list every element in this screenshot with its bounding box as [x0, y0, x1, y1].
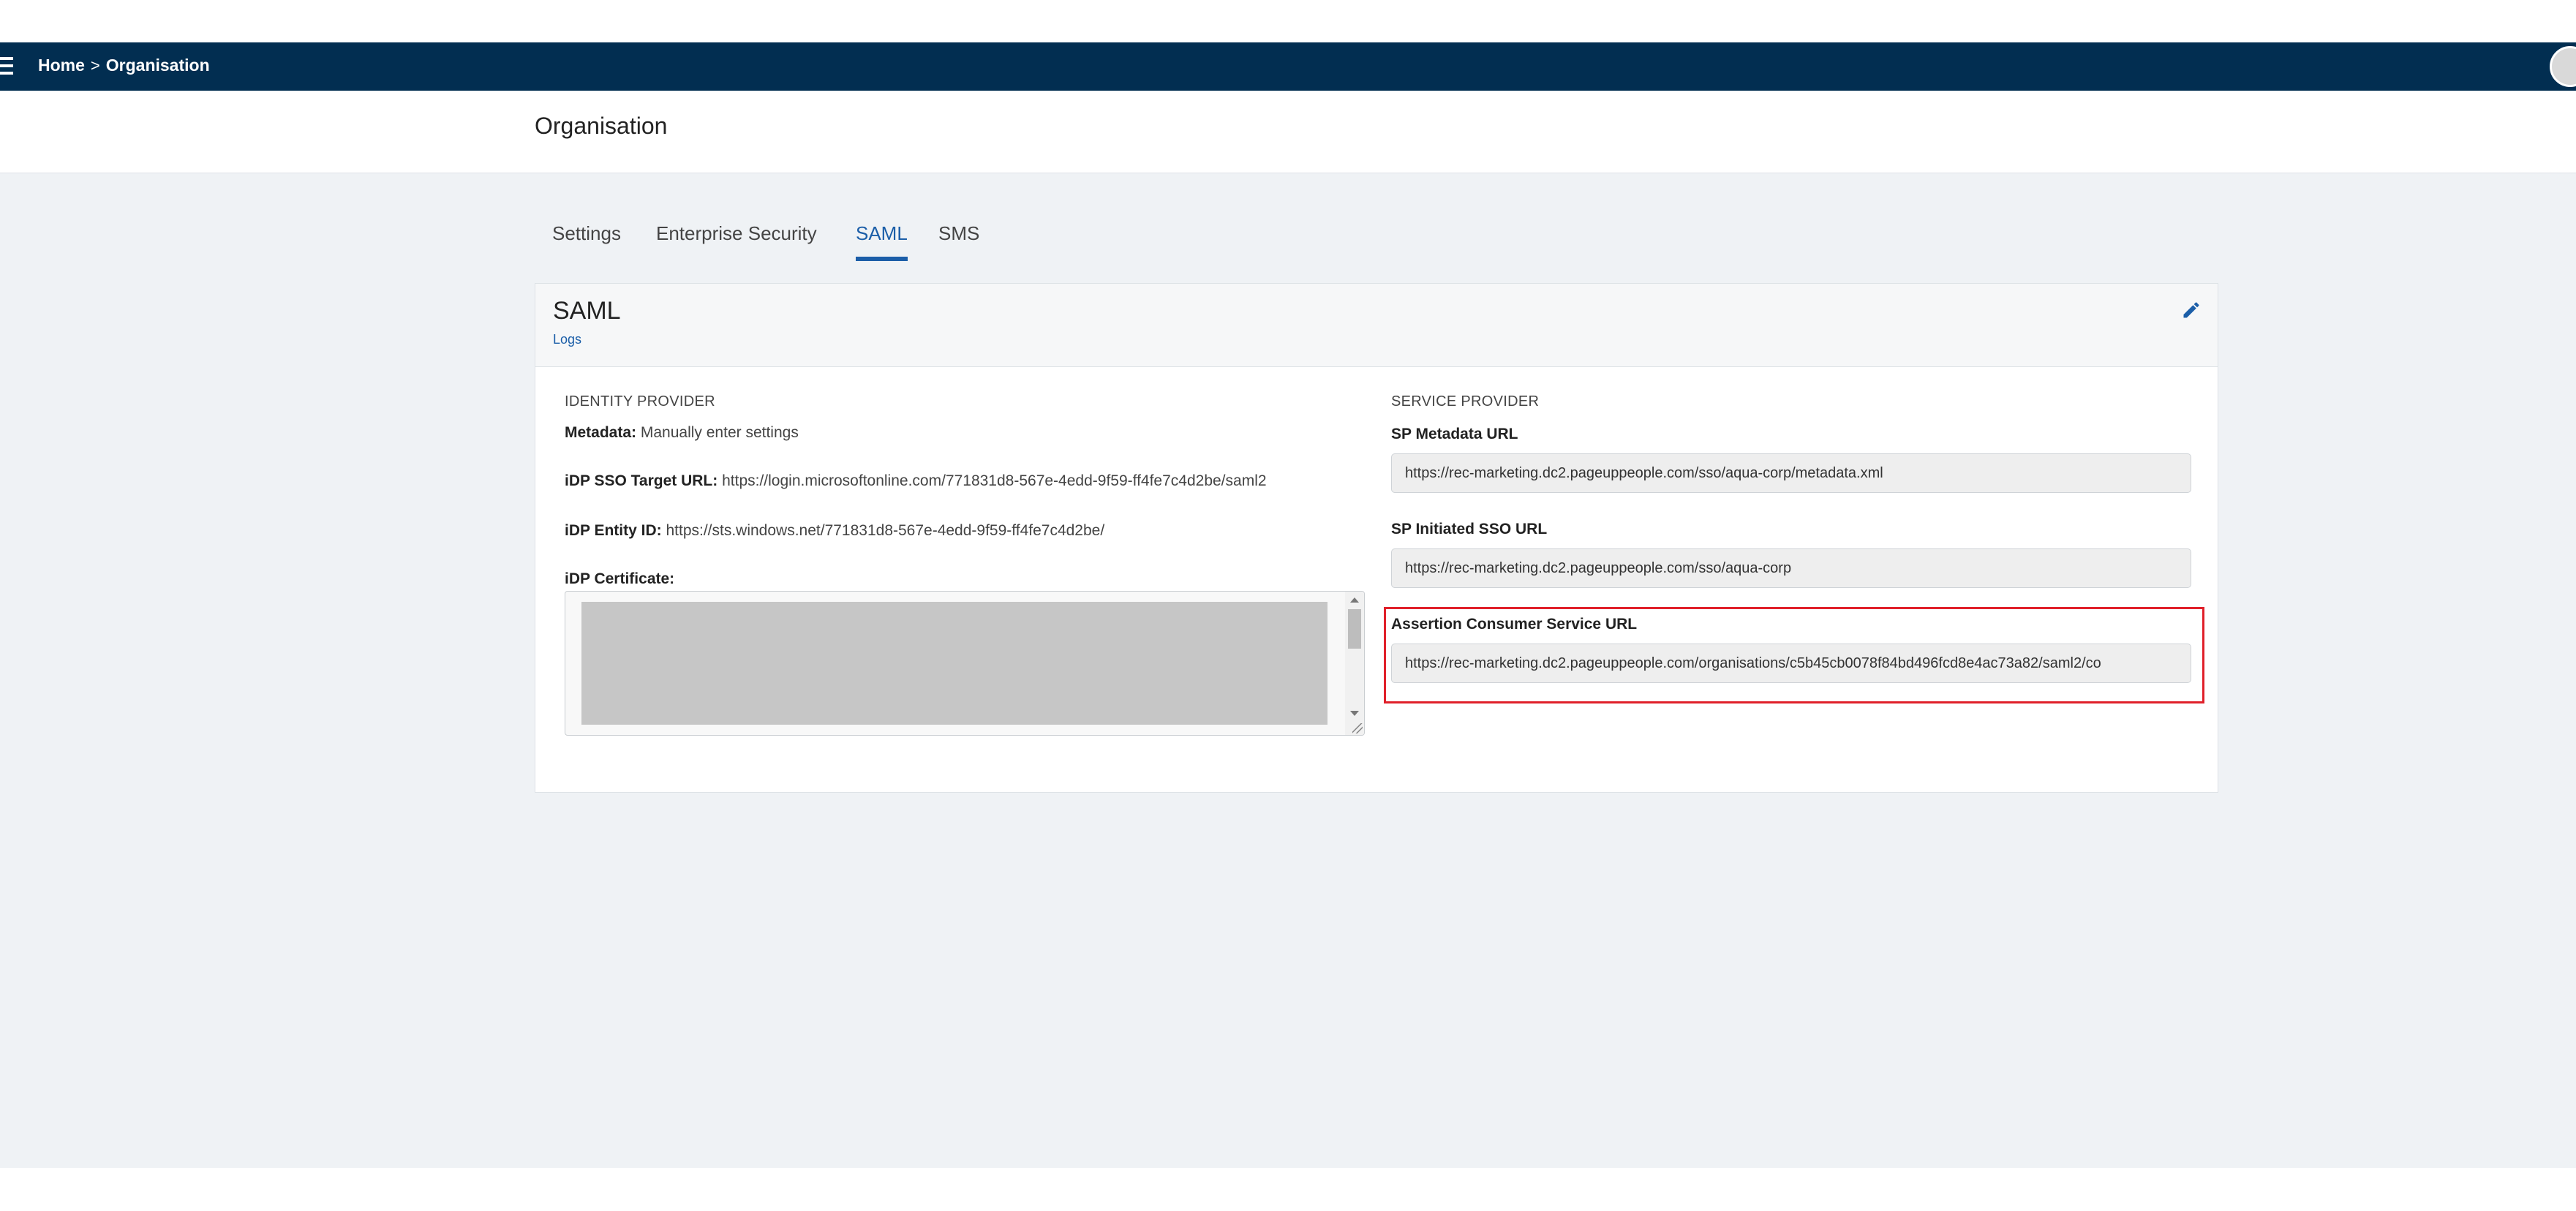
page-header: Organisation — [0, 91, 2576, 173]
breadcrumb-current: Organisation — [105, 56, 210, 75]
logs-link[interactable]: Logs — [553, 332, 581, 347]
top-navbar: Home > Organisation — [0, 42, 2576, 91]
idp-certificate-textarea[interactable] — [565, 591, 1365, 736]
tab-saml[interactable]: SAML — [838, 219, 925, 261]
breadcrumb-home-link[interactable]: Home — [38, 56, 85, 75]
idp-entity-id-value: https://sts.windows.net/771831d8-567e-4e… — [666, 522, 1105, 539]
card-header: SAML Logs — [535, 284, 2218, 367]
idp-sso-target-url-row: iDP SSO Target URL: https://login.micros… — [565, 472, 1267, 490]
redacted-certificate-content — [581, 602, 1327, 725]
sp-metadata-url-label: SP Metadata URL — [1391, 426, 1518, 442]
idp-entity-id-label: iDP Entity ID: — [565, 522, 662, 539]
pencil-edit-icon[interactable] — [2181, 300, 2202, 320]
card-title: SAML — [553, 297, 621, 325]
sp-initiated-sso-url-label: SP Initiated SSO URL — [1391, 521, 1548, 537]
scroll-thumb[interactable] — [1348, 609, 1361, 649]
identity-provider-heading: IDENTITY PROVIDER — [565, 393, 715, 410]
acs-url-field[interactable]: https://rec-marketing.dc2.pageuppeople.c… — [1391, 644, 2191, 683]
breadcrumb-separator-icon: > — [90, 56, 100, 75]
tab-enterprise-security[interactable]: Enterprise Security — [639, 219, 835, 261]
page-footer-space — [0, 1168, 2576, 1211]
resize-handle-icon[interactable] — [1352, 723, 1363, 733]
idp-sso-target-url-label: iDP SSO Target URL: — [565, 472, 718, 489]
tab-sms[interactable]: SMS — [921, 219, 997, 261]
main-content: Settings Enterprise Security SAML SMS SA… — [0, 173, 2576, 1168]
metadata-value: Manually enter settings — [640, 424, 799, 441]
idp-entity-id-row: iDP Entity ID: https://sts.windows.net/7… — [565, 522, 1104, 540]
metadata-label: Metadata: — [565, 424, 637, 441]
acs-url-label: Assertion Consumer Service URL — [1391, 616, 1638, 633]
metadata-row: Metadata: Manually enter settings — [565, 424, 799, 442]
tab-settings[interactable]: Settings — [535, 219, 639, 261]
service-provider-heading: SERVICE PROVIDER — [1391, 393, 1540, 410]
idp-certificate-label: iDP Certificate: — [565, 570, 675, 587]
sp-metadata-url-field[interactable]: https://rec-marketing.dc2.pageuppeople.c… — [1391, 453, 2191, 493]
avatar[interactable] — [2550, 46, 2576, 87]
idp-sso-target-url-value: https://login.microsoftonline.com/771831… — [722, 472, 1267, 489]
page-title: Organisation — [535, 113, 668, 139]
scroll-down-arrow-icon[interactable] — [1350, 711, 1359, 716]
sp-initiated-sso-url-field[interactable]: https://rec-marketing.dc2.pageuppeople.c… — [1391, 548, 2191, 588]
idp-certificate-row: iDP Certificate: — [565, 570, 674, 588]
certificate-scrollbar[interactable] — [1345, 592, 1364, 735]
scroll-up-arrow-icon[interactable] — [1350, 597, 1359, 603]
hamburger-menu-icon[interactable] — [0, 57, 16, 75]
saml-card: SAML Logs IDENTITY PROVIDER Metadata: Ma… — [535, 283, 2218, 793]
breadcrumb: Home > Organisation — [38, 56, 210, 75]
